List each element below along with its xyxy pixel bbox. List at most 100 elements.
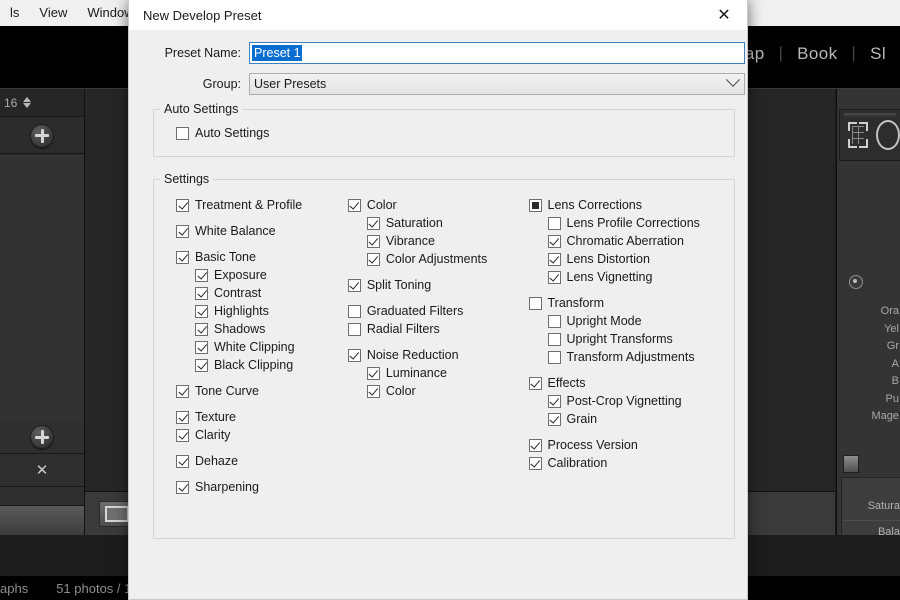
checkbox-box[interactable] — [195, 340, 208, 354]
checkbox-white-clipping[interactable]: White Clipping — [176, 338, 348, 356]
checkbox-tone-curve[interactable]: Tone Curve — [176, 382, 348, 400]
checkbox-box[interactable] — [176, 250, 189, 264]
checkbox-box[interactable] — [195, 268, 208, 282]
checkbox-box[interactable] — [547, 270, 561, 284]
add-button[interactable] — [0, 118, 84, 154]
preset-name-input[interactable]: Preset 1 — [249, 42, 745, 64]
checkbox-box[interactable] — [366, 366, 380, 380]
close-icon[interactable]: ✕ — [701, 0, 747, 30]
stepper-arrows-icon[interactable] — [23, 97, 32, 108]
checkbox-box[interactable] — [528, 376, 542, 390]
checkbox-box[interactable] — [176, 410, 189, 424]
checkbox-black-clipping[interactable]: Black Clipping — [176, 356, 348, 374]
checkbox-lens-vignetting[interactable]: Lens Vignetting — [529, 268, 726, 286]
checkbox-box[interactable] — [366, 216, 380, 230]
checkbox-split-toning[interactable]: Split Toning — [347, 276, 529, 294]
checkbox-upright-transforms[interactable]: Upright Transforms — [529, 330, 726, 348]
checkbox-luminance[interactable]: Luminance — [348, 364, 529, 382]
add-collection-button[interactable] — [0, 421, 84, 454]
checkbox-box[interactable] — [366, 234, 380, 248]
checkbox-box[interactable] — [528, 296, 542, 310]
checkbox-box[interactable] — [176, 384, 189, 398]
slider-handle[interactable] — [843, 455, 859, 473]
checkbox-box[interactable] — [195, 304, 208, 318]
checkbox-grain[interactable]: Grain — [529, 410, 726, 428]
checkbox-box[interactable] — [547, 314, 561, 328]
checkbox-treatment-profile[interactable]: Treatment & Profile — [176, 196, 348, 214]
checkbox-upright-mode[interactable]: Upright Mode — [529, 312, 726, 330]
checkbox-box[interactable] — [347, 322, 361, 336]
checkbox-box[interactable] — [547, 234, 561, 248]
checkbox-color-adjustments[interactable]: Color Adjustments — [348, 250, 529, 268]
checkbox-box[interactable] — [176, 454, 189, 468]
checkbox-color[interactable]: Color — [348, 382, 529, 400]
hsl-label-aqua[interactable]: A — [871, 356, 899, 374]
checkbox-box[interactable] — [195, 358, 208, 372]
checkbox-noise-reduction[interactable]: Noise Reduction — [347, 346, 529, 364]
checkbox-box[interactable] — [547, 412, 561, 426]
checkbox-transform-adjustments[interactable]: Transform Adjustments — [529, 348, 726, 366]
checkbox-box[interactable] — [176, 480, 189, 494]
checkbox-graduated-filters[interactable]: Graduated Filters — [347, 302, 529, 320]
checkbox-box[interactable] — [176, 198, 189, 212]
checkbox-effects[interactable]: Effects — [528, 374, 726, 392]
checkbox-box[interactable] — [547, 394, 561, 408]
checkbox-box[interactable] — [366, 252, 380, 266]
remove-collection-button[interactable]: ✕ — [0, 454, 84, 487]
checkbox-highlights[interactable]: Highlights — [176, 302, 348, 320]
checkbox-box[interactable] — [547, 332, 561, 346]
checkbox-transform[interactable]: Transform — [528, 294, 726, 312]
crop-grid-icon[interactable] — [848, 122, 868, 148]
checkbox-process-version[interactable]: Process Version — [528, 436, 726, 454]
checkbox-box[interactable] — [347, 348, 361, 362]
hsl-label-orange[interactable]: Ora — [871, 303, 899, 321]
menu-item-view[interactable]: View — [29, 0, 77, 26]
hsl-label-blue[interactable]: B — [871, 373, 899, 391]
checkbox-shadows[interactable]: Shadows — [176, 320, 348, 338]
hsl-label-purple[interactable]: Pu — [871, 391, 899, 409]
checkbox-box[interactable] — [528, 456, 542, 470]
checkbox-box[interactable] — [195, 322, 208, 336]
checkbox-exposure[interactable]: Exposure — [176, 266, 348, 284]
checkbox-post-crop-vignetting[interactable]: Post-Crop Vignetting — [529, 392, 726, 410]
module-slideshow[interactable]: Sl — [856, 44, 900, 64]
panel-button-row[interactable] — [0, 506, 84, 535]
checkbox-color[interactable]: Color — [347, 196, 529, 214]
hsl-label-green[interactable]: Gr — [871, 338, 899, 356]
checkbox-vibrance[interactable]: Vibrance — [348, 232, 529, 250]
checkbox-box[interactable] — [347, 198, 361, 212]
checkbox-white-balance[interactable]: White Balance — [176, 222, 348, 240]
checkbox-contrast[interactable]: Contrast — [176, 284, 348, 302]
checkbox-chromatic-aberration[interactable]: Chromatic Aberration — [529, 232, 726, 250]
checkbox-lens-corrections[interactable]: Lens Corrections — [528, 196, 726, 214]
quantity-stepper[interactable]: 16 — [0, 89, 84, 117]
checkbox-dehaze[interactable]: Dehaze — [176, 452, 348, 470]
checkbox-box[interactable] — [176, 428, 189, 442]
checkbox-box[interactable] — [528, 438, 542, 452]
checkbox-clarity[interactable]: Clarity — [176, 426, 348, 444]
checkbox-texture[interactable]: Texture — [176, 408, 348, 426]
checkbox-box[interactable] — [176, 126, 189, 140]
menu-item-tools[interactable]: ls — [0, 0, 29, 26]
checkbox-radial-filters[interactable]: Radial Filters — [347, 320, 529, 338]
checkbox-sharpening[interactable]: Sharpening — [176, 478, 348, 496]
hsl-label-yellow[interactable]: Yel — [871, 321, 899, 339]
radial-tool-icon[interactable] — [876, 120, 900, 150]
checkbox-box[interactable] — [195, 286, 208, 300]
checkbox-box[interactable] — [528, 198, 542, 212]
checkbox-box[interactable] — [347, 278, 361, 292]
checkbox-calibration[interactable]: Calibration — [528, 454, 726, 472]
checkbox-lens-distortion[interactable]: Lens Distortion — [529, 250, 726, 268]
target-adjust-icon[interactable] — [849, 275, 863, 289]
hsl-label-magenta[interactable]: Mage — [871, 408, 899, 426]
checkbox-auto-settings[interactable]: Auto Settings — [162, 124, 726, 142]
checkbox-box[interactable] — [547, 216, 561, 230]
checkbox-box[interactable] — [347, 304, 361, 318]
checkbox-box[interactable] — [547, 252, 561, 266]
checkbox-box[interactable] — [366, 384, 380, 398]
checkbox-basic-tone[interactable]: Basic Tone — [176, 248, 348, 266]
checkbox-lens-profile-corrections[interactable]: Lens Profile Corrections — [529, 214, 726, 232]
checkbox-box[interactable] — [176, 224, 189, 238]
checkbox-box[interactable] — [547, 350, 561, 364]
checkbox-saturation[interactable]: Saturation — [348, 214, 529, 232]
